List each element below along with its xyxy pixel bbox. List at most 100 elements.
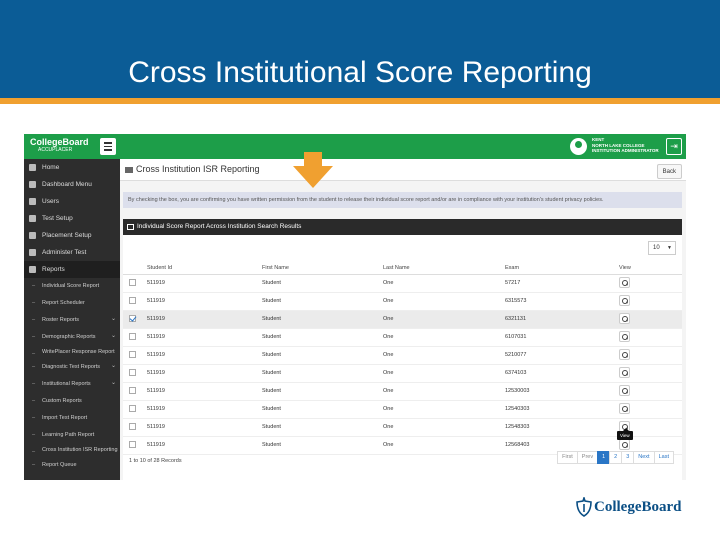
brand-name: CollegeBoard bbox=[30, 137, 89, 147]
row-checkbox[interactable] bbox=[129, 278, 136, 286]
column-header-student-id[interactable]: Student Id bbox=[145, 263, 260, 275]
view-icon[interactable] bbox=[619, 276, 630, 288]
sidebar-item-test-setup[interactable]: Test Setup bbox=[24, 210, 120, 227]
table-row: 511919 Student One 12548303 bbox=[123, 418, 682, 437]
sidebar-item-users[interactable]: Users bbox=[24, 193, 120, 210]
sidebar-subitem-label: Institutional Reports bbox=[42, 381, 91, 387]
exam-cell: 6374103 bbox=[503, 364, 617, 383]
results-panel-title: Individual Score Report Across Instituti… bbox=[137, 223, 302, 230]
sidebar-subitem-individual-score-report[interactable]: Individual Score Report bbox=[24, 278, 120, 295]
column-header-exam[interactable]: Exam bbox=[503, 263, 617, 275]
row-checkbox[interactable] bbox=[129, 440, 136, 448]
top-bar: CollegeBoard ACCUPLACER KENT NORTH LAKE … bbox=[24, 134, 686, 159]
view-icon[interactable] bbox=[619, 348, 630, 360]
first-name-cell: Student bbox=[260, 346, 381, 365]
sidebar-subitem-label: Import Test Report bbox=[42, 415, 88, 421]
app-screenshot: CollegeBoard ACCUPLACER KENT NORTH LAKE … bbox=[24, 134, 686, 480]
sidebar-subitem-label: Demographic Reports bbox=[42, 334, 96, 340]
back-button[interactable]: Back bbox=[656, 164, 682, 179]
sidebar-subitem-label: Report Scheduler bbox=[42, 300, 85, 306]
view-icon[interactable] bbox=[619, 294, 630, 306]
view-icon[interactable] bbox=[619, 312, 630, 324]
sidebar-subitem-report-queue[interactable]: Report Queue bbox=[24, 457, 120, 474]
view-icon[interactable] bbox=[619, 384, 630, 396]
view-cell bbox=[617, 310, 682, 329]
table-row: 511919 Student One 12530003 bbox=[123, 382, 682, 401]
last-name-cell: One bbox=[381, 346, 503, 365]
permission-notice: By checking the box, you are confirming … bbox=[123, 192, 682, 208]
users-icon bbox=[29, 198, 36, 205]
view-cell bbox=[617, 346, 682, 365]
view-icon[interactable] bbox=[619, 402, 630, 414]
pagination-last[interactable]: Last bbox=[653, 451, 674, 464]
gear-icon bbox=[29, 215, 36, 222]
row-checkbox[interactable] bbox=[129, 314, 136, 322]
view-icon[interactable] bbox=[619, 366, 630, 378]
placement-icon bbox=[29, 232, 36, 239]
chevron-down-icon: ⌄ bbox=[110, 333, 116, 339]
first-name-cell: Student bbox=[260, 382, 381, 401]
view-icon[interactable] bbox=[619, 438, 630, 450]
last-name-cell: One bbox=[381, 274, 503, 293]
last-name-cell: One bbox=[381, 382, 503, 401]
sidebar: Home Dashboard Menu Users Test Setup Pla… bbox=[24, 159, 120, 480]
pagination-next[interactable]: Next bbox=[633, 451, 655, 464]
row-checkbox[interactable] bbox=[129, 296, 136, 304]
column-header-last-name[interactable]: Last Name bbox=[381, 263, 503, 275]
exam-cell: 6321131 bbox=[503, 310, 617, 329]
sidebar-subitem-import-test-report[interactable]: Import Test Report bbox=[24, 410, 120, 427]
view-cell bbox=[617, 328, 682, 347]
rows-per-page-select[interactable]: 10 ▼ bbox=[648, 241, 676, 255]
pagination-prev[interactable]: Prev bbox=[576, 451, 599, 464]
sidebar-item-home[interactable]: Home bbox=[24, 159, 120, 176]
view-cell bbox=[617, 292, 682, 311]
chevron-down-icon: ⌄ bbox=[110, 380, 116, 386]
first-name-cell: Student bbox=[260, 328, 381, 347]
logout-icon[interactable]: ⇥ bbox=[666, 138, 682, 155]
page-header: Cross Institution ISR Reporting Back bbox=[120, 159, 686, 181]
menu-toggle-button[interactable] bbox=[100, 138, 116, 155]
sidebar-subitem-diagnostic-test-reports[interactable]: Diagnostic Test Reports ⌄ bbox=[24, 359, 120, 376]
row-checkbox[interactable] bbox=[129, 350, 136, 358]
table-row: 511919 Student One 57217 bbox=[123, 274, 682, 293]
brand-logo[interactable]: CollegeBoard ACCUPLACER bbox=[30, 137, 89, 154]
row-checkbox-cell bbox=[123, 400, 145, 419]
sidebar-subitem-learning-path-report[interactable]: Learning Path Report bbox=[24, 427, 120, 444]
first-name-cell: Student bbox=[260, 310, 381, 329]
row-checkbox-cell bbox=[123, 292, 145, 311]
sidebar-subitem-report-scheduler[interactable]: Report Scheduler bbox=[24, 295, 120, 312]
row-checkbox[interactable] bbox=[129, 332, 136, 340]
pagination-first[interactable]: First bbox=[557, 451, 578, 464]
row-checkbox[interactable] bbox=[129, 404, 136, 412]
user-avatar[interactable] bbox=[570, 138, 587, 155]
table-row: 511919 Student One 12540303 bbox=[123, 400, 682, 419]
reports-icon bbox=[29, 266, 36, 273]
view-icon[interactable] bbox=[619, 330, 630, 342]
view-cell bbox=[617, 400, 682, 419]
sidebar-subitem-custom-reports[interactable]: Custom Reports bbox=[24, 393, 120, 410]
student-id-cell: 511919 bbox=[145, 274, 260, 293]
sidebar-subitem-institutional-reports[interactable]: Institutional Reports ⌄ bbox=[24, 376, 120, 393]
column-header-first-name[interactable]: First Name bbox=[260, 263, 381, 275]
sidebar-subitem-cross-institution-isr[interactable]: Cross Institution ISR Reporting bbox=[24, 444, 120, 457]
row-checkbox[interactable] bbox=[129, 422, 136, 430]
results-panel-header: Individual Score Report Across Instituti… bbox=[123, 219, 682, 235]
row-checkbox[interactable] bbox=[129, 368, 136, 376]
sidebar-item-label: Test Setup bbox=[42, 215, 73, 222]
acorn-logo-icon bbox=[576, 497, 592, 517]
sidebar-item-placement-setup[interactable]: Placement Setup bbox=[24, 227, 120, 244]
row-checkbox-cell bbox=[123, 346, 145, 365]
sidebar-item-dashboard[interactable]: Dashboard Menu bbox=[24, 176, 120, 193]
sidebar-item-label: Administer Test bbox=[42, 249, 87, 256]
sidebar-subitem-demographic-reports[interactable]: Demographic Reports ⌄ bbox=[24, 329, 120, 346]
row-checkbox-cell bbox=[123, 274, 145, 293]
sidebar-item-administer-test[interactable]: Administer Test bbox=[24, 244, 120, 261]
sidebar-subitem-roster-reports[interactable]: Roster Reports ⌄ bbox=[24, 312, 120, 329]
row-checkbox[interactable] bbox=[129, 386, 136, 394]
chevron-down-icon: ⌄ bbox=[110, 316, 116, 322]
sidebar-subitem-writeplacer-response-report[interactable]: WritePlacer Response Report bbox=[24, 346, 120, 359]
sidebar-item-reports[interactable]: Reports bbox=[24, 261, 120, 278]
footer-logo-text: CollegeBoard bbox=[594, 498, 682, 515]
row-checkbox-cell bbox=[123, 382, 145, 401]
student-id-cell: 511919 bbox=[145, 364, 260, 383]
